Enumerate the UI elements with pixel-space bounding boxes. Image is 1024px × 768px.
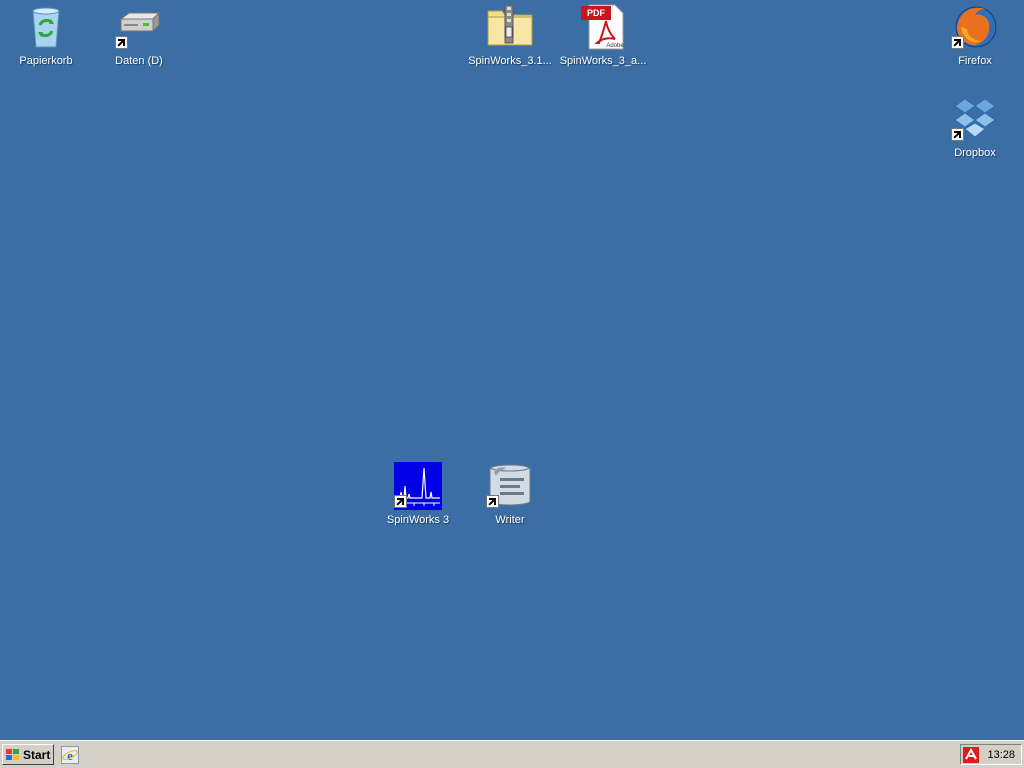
antivirus-icon[interactable] [963,746,980,763]
desktop-icon-label: Daten (D) [115,55,163,67]
shortcut-arrow-icon [951,128,964,141]
pdf-badge-text: PDF [587,8,606,18]
pdf-icon: PDF Adobe [579,3,627,51]
writer-icon [486,462,534,510]
desktop-icon-label: Writer [495,514,525,526]
clock[interactable]: 13:28 [987,749,1015,761]
desktop-icon-recycle-bin[interactable]: Papierkorb [1,3,91,67]
start-label: Start [23,747,51,762]
desktop-icon-writer[interactable]: Writer [465,462,555,526]
dropbox-icon [951,95,999,143]
zip-folder-icon [486,3,534,51]
hard-drive-icon [115,3,163,51]
shortcut-arrow-icon [394,495,407,508]
shortcut-arrow-icon [486,495,499,508]
spinworks-icon [394,462,442,510]
desktop-icon-label: SpinWorks 3 [386,514,450,526]
pdf-brand-text: Adobe [606,43,624,49]
internet-explorer-icon[interactable]: e [61,746,79,764]
desktop-icon-spinworks-pdf[interactable]: PDF Adobe SpinWorks_3_a... [558,3,648,67]
desktop-icon-spinworks-3[interactable]: SpinWorks 3 [373,462,463,526]
shortcut-arrow-icon [115,36,128,49]
desktop-icon-label: SpinWorks_3.1... [468,55,552,67]
desktop-icon-spinworks-zip[interactable]: SpinWorks_3.1... [465,3,555,67]
taskbar: Start e 13:28 [0,740,1024,768]
desktop-icon-dropbox[interactable]: Dropbox [930,95,1020,159]
system-tray: 13:28 [960,744,1022,765]
start-button[interactable]: Start [2,744,54,765]
svg-text:e: e [67,748,73,763]
desktop: Papierkorb Daten (D) SpinWorks_3.1... PD… [0,0,1024,740]
shortcut-arrow-icon [951,36,964,49]
firefox-icon [951,3,999,51]
recycle-bin-icon [22,3,70,51]
desktop-icon-label: SpinWorks_3_a... [559,55,647,67]
desktop-icon-label: Firefox [958,55,992,67]
windows-logo-icon [6,748,20,761]
desktop-icon-firefox[interactable]: Firefox [930,3,1020,67]
desktop-icon-label: Dropbox [954,147,996,159]
desktop-icon-label: Papierkorb [19,55,73,67]
desktop-icon-drive-d[interactable]: Daten (D) [94,3,184,67]
